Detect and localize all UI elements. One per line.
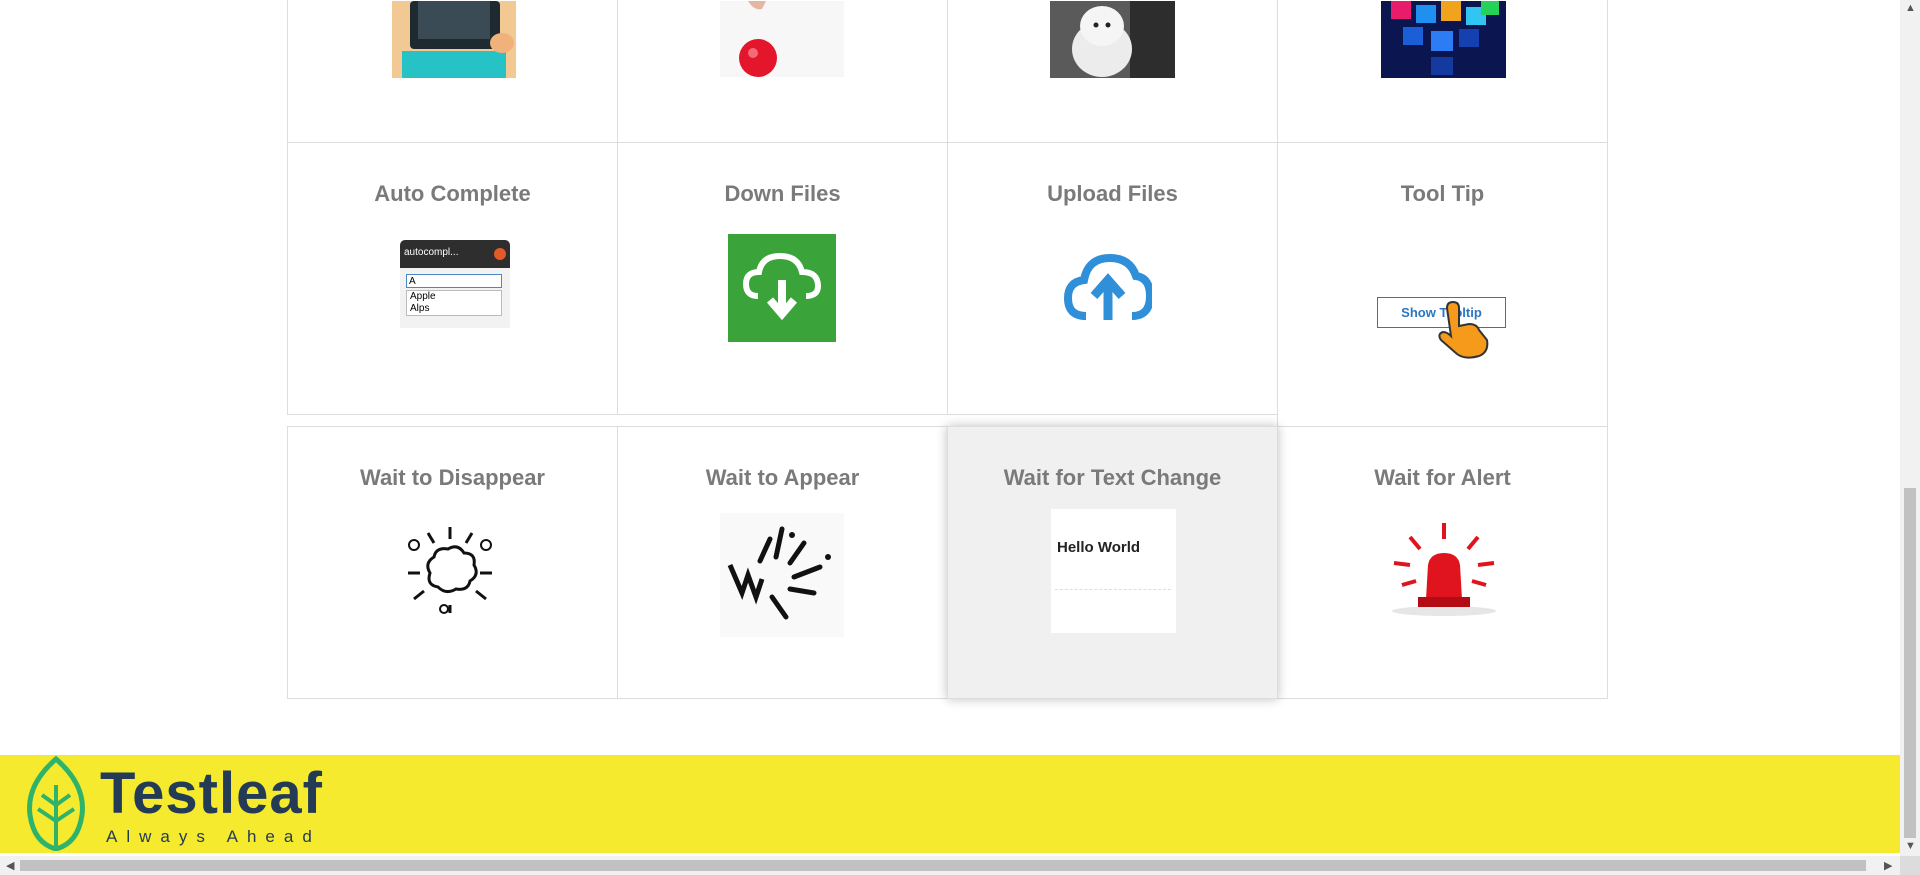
tile-title: Wait to Appear: [705, 465, 860, 490]
tile-upload-files[interactable]: Upload Files: [947, 142, 1278, 415]
autocomplete-option: Apple: [410, 291, 436, 302]
tile-title: Upload Files: [1047, 181, 1178, 206]
red-ball-image: [720, 1, 844, 77]
plush-dog-image: [1050, 1, 1175, 78]
burst-icon: [408, 527, 492, 614]
colored-cubes-image: [1381, 1, 1506, 78]
tile-tool-tip[interactable]: Wait for Alert Tool Tip: [1277, 142, 1608, 428]
tile-wait-for-alert[interactable]: Wait for Alert: [1277, 426, 1608, 699]
scroll-left-arrow-icon[interactable]: ◀: [6, 859, 14, 872]
autocomplete-window-icon: autocompl... A Apple Alps: [400, 240, 510, 328]
vertical-scroll-thumb[interactable]: [1904, 488, 1916, 838]
footer: Testleaf Always Ahead: [0, 755, 1900, 853]
tile-title: Wait to Disappear: [360, 465, 545, 490]
autocomplete-option: Alps: [410, 303, 430, 314]
scroll-up-arrow-icon[interactable]: ▲: [1905, 2, 1916, 14]
hello-world-image: Hello World: [1051, 509, 1176, 633]
hello-world-text: Hello World: [1057, 539, 1141, 556]
tile-title: Down Files: [724, 181, 841, 206]
vertical-scrollbar[interactable]: ▲ ▼: [1900, 0, 1920, 856]
tile-auto-complete[interactable]: Auto Complete autocompl... A Apple Alps: [287, 142, 618, 415]
tablet-hands-image: [392, 1, 516, 78]
leaf-logo-icon: [27, 755, 85, 851]
tile-top-4[interactable]: [1277, 0, 1608, 143]
scroll-right-arrow-icon[interactable]: ▶: [1884, 859, 1892, 872]
tile-top-3[interactable]: [947, 0, 1278, 143]
close-icon: [494, 248, 506, 260]
tile-title: Auto Complete: [374, 181, 531, 206]
brand-tagline: Always Ahead: [106, 827, 321, 846]
tile-title: Tool Tip: [1400, 181, 1485, 206]
tile-wait-for-text-change[interactable]: Wait for Text Change Hello World: [947, 426, 1278, 699]
horizontal-scroll-thumb[interactable]: [20, 860, 1866, 871]
sparks-icon: [720, 513, 844, 637]
scrollbar-corner: [1900, 856, 1920, 875]
scroll-down-arrow-icon[interactable]: ▼: [1905, 840, 1916, 852]
tile-wait-to-appear[interactable]: Wait to Appear: [617, 426, 948, 699]
download-cloud-icon: [728, 234, 836, 342]
brand-name: Testleaf: [100, 761, 323, 826]
tile-top-1[interactable]: [287, 0, 618, 143]
tile-wait-to-disappear[interactable]: Wait to Disappear: [287, 426, 618, 699]
siren-icon: [1392, 523, 1496, 616]
upload-cloud-icon: [1064, 253, 1152, 320]
horizontal-scrollbar[interactable]: ◀ ▶: [0, 856, 1900, 875]
hand-pointer-icon: [1438, 300, 1489, 359]
tile-title: Wait for Alert: [1374, 465, 1511, 490]
tile-title: Wait for Text Change: [1003, 465, 1222, 490]
tile-top-2[interactable]: [617, 0, 948, 143]
autocomplete-window-title: autocompl...: [404, 247, 459, 258]
tile-down-files[interactable]: Down Files: [617, 142, 948, 415]
autocomplete-input: A: [406, 274, 502, 288]
